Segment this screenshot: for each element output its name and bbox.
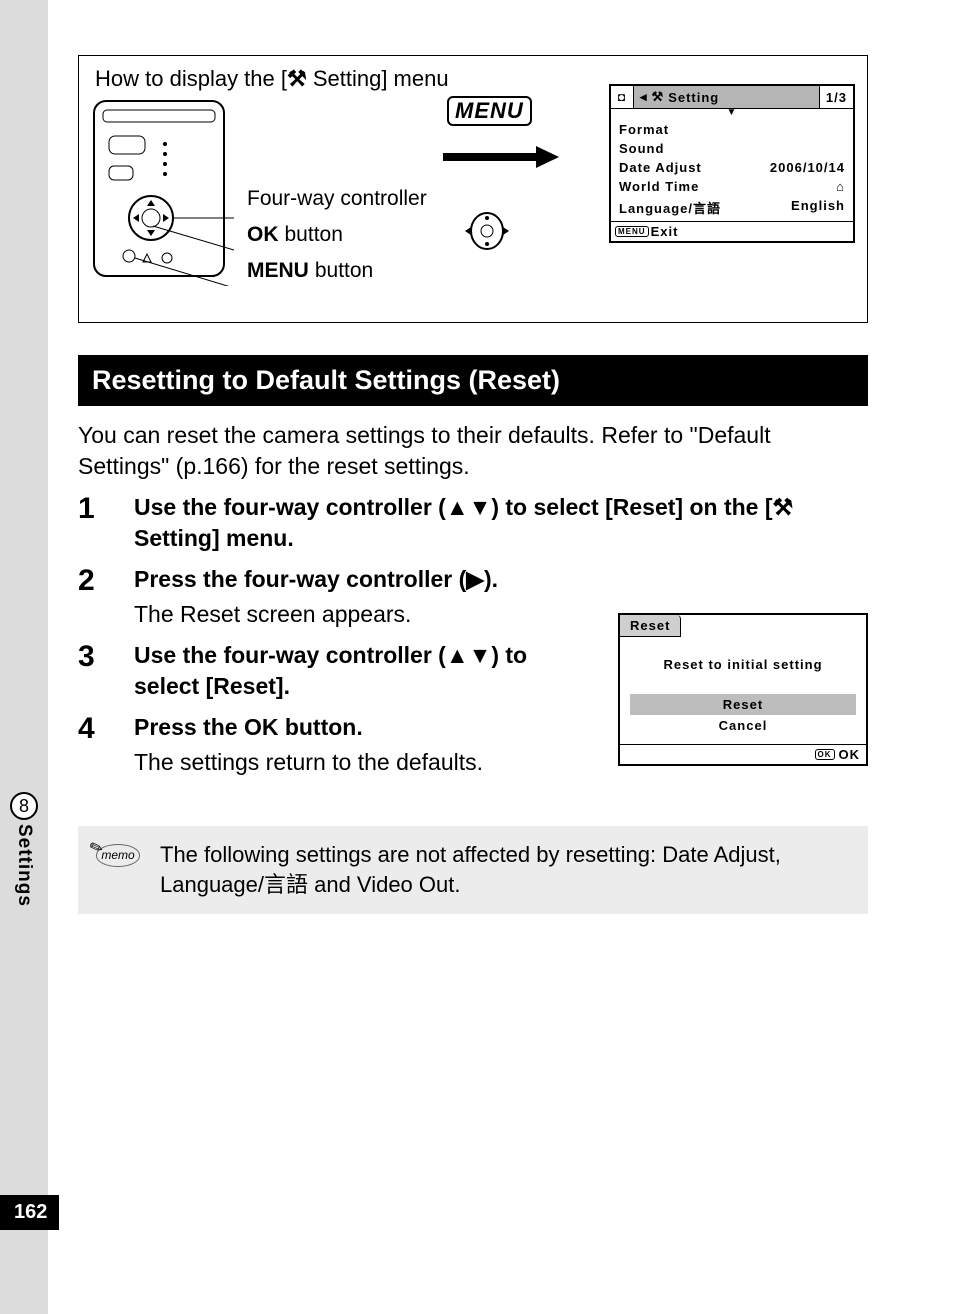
- wrench-icon: ⚒: [287, 66, 307, 92]
- camera-diagram: [89, 96, 234, 291]
- memo-box: ✎ memo The following settings are not af…: [78, 826, 868, 913]
- fourway-controller-icon: [457, 206, 517, 261]
- left-margin-strip: [0, 0, 48, 1314]
- step-heading: Use the four-way controller (▲▼) to sele…: [134, 492, 868, 554]
- setting-tab-label: Setting: [668, 90, 719, 105]
- step-number: 1: [78, 492, 134, 554]
- section-number: 8: [10, 792, 38, 820]
- howto-box: How to display the [⚒ Setting] menu: [78, 55, 868, 323]
- left-triangle-icon: ◂: [640, 89, 648, 105]
- step-number: 3: [78, 640, 134, 702]
- label-ok-button: OK button: [247, 217, 427, 253]
- section-label: Settings: [13, 824, 35, 907]
- label-fourway: Four-way controller: [247, 181, 427, 217]
- page-number: 162: [0, 1195, 59, 1230]
- step-detail: The settings return to the defaults.: [134, 747, 554, 778]
- memo-text: The following settings are not affected …: [160, 840, 852, 899]
- reset-screen: Reset Reset to initial setting Reset Can…: [618, 613, 868, 766]
- setting-row: Format: [619, 120, 845, 139]
- step-number: 4: [78, 712, 134, 778]
- step-number: 2: [78, 564, 134, 630]
- step-heading: Press the four-way controller (▶).: [134, 564, 868, 595]
- setting-row: World Time⌂: [619, 177, 845, 196]
- page-indicator: 1/3: [819, 86, 853, 108]
- setting-exit-bar: MENU Exit: [611, 221, 853, 241]
- step-heading: Use the four-way controller (▲▼) to sele…: [134, 640, 554, 702]
- label-menu-button: MENU button: [247, 253, 427, 289]
- reset-ok-bar: OK OK: [620, 744, 866, 764]
- step-1: 1 Use the four-way controller (▲▼) to se…: [78, 492, 868, 554]
- section-title: Resetting to Default Settings (Reset): [78, 355, 868, 406]
- wrench-icon: ⚒: [652, 89, 665, 105]
- setting-tab: ◂ ⚒ Setting: [634, 86, 819, 108]
- setting-menu-body: Format Sound Date Adjust2006/10/14 World…: [611, 116, 853, 221]
- ok-label: OK: [839, 747, 861, 762]
- howto-title-suffix: Setting] menu: [307, 66, 449, 91]
- setting-row: Sound: [619, 139, 845, 158]
- setting-row: Date Adjust2006/10/14: [619, 158, 845, 177]
- reset-tab-label: Reset: [620, 615, 681, 637]
- setting-row: Language/言語English: [619, 196, 845, 219]
- controller-labels: Four-way controller OK button MENU butto…: [247, 181, 427, 289]
- menu-button-graphic: MENU: [447, 96, 532, 126]
- setting-menu-screen: ◘ ◂ ⚒ Setting 1/3 ▼ Format Sound Date Ad…: [609, 84, 855, 243]
- reset-title: Reset to initial setting: [630, 657, 856, 672]
- howto-title-prefix: How to display the [: [95, 66, 287, 91]
- home-icon: ⌂: [836, 179, 845, 194]
- camera-tab-icon: ◘: [611, 86, 634, 108]
- arrow-right-icon: [441, 142, 561, 177]
- side-section-tab: 8 Settings: [10, 792, 38, 907]
- reset-option-selected: Reset: [630, 694, 856, 715]
- reset-option-cancel: Cancel: [630, 715, 856, 736]
- menu-key-icon: MENU: [615, 226, 649, 237]
- step-heading: Press the OK button.: [134, 712, 554, 743]
- intro-text: You can reset the camera settings to the…: [78, 420, 868, 482]
- ok-key-icon: OK: [815, 749, 835, 760]
- memo-icon: ✎ memo: [94, 844, 142, 903]
- exit-label: Exit: [651, 224, 679, 239]
